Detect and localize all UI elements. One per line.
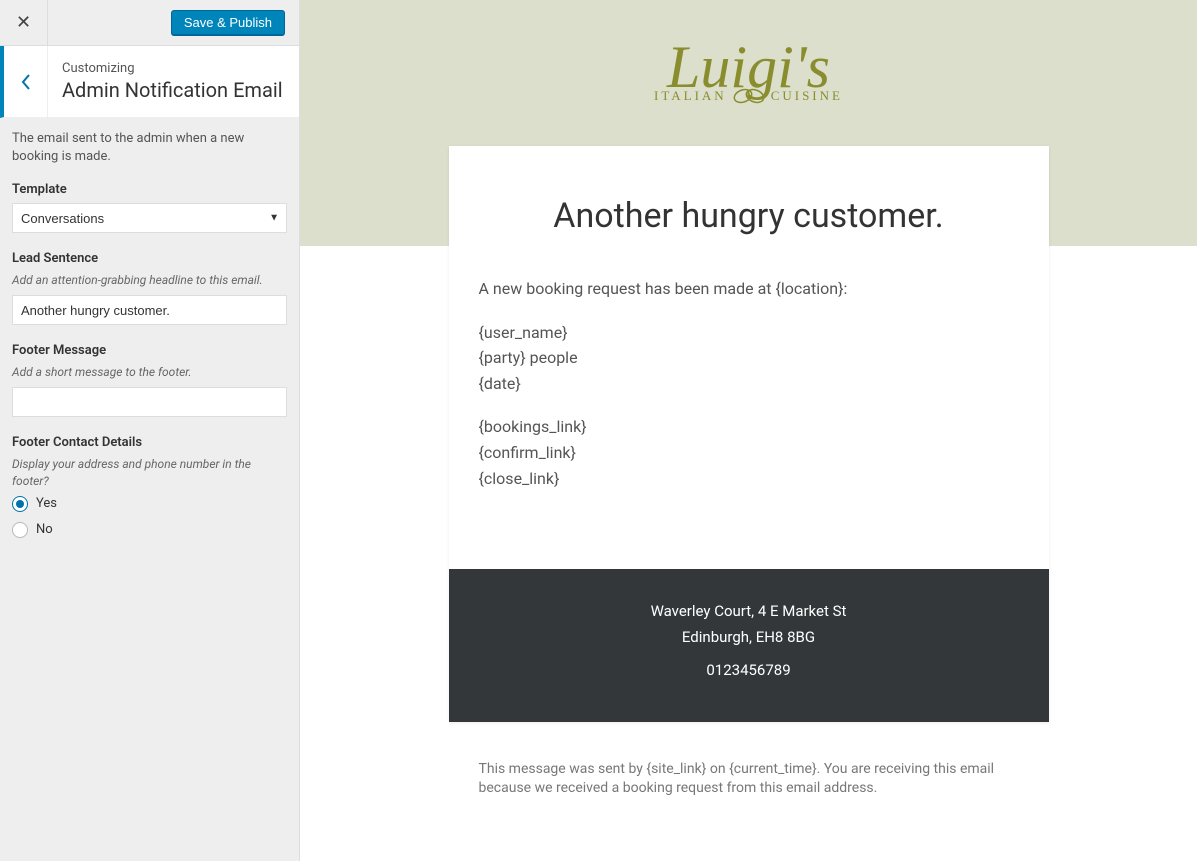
email-user-line: {user_name} (479, 323, 568, 342)
email-links: {bookings_link} {confirm_link} {close_li… (479, 414, 1019, 491)
email-body: A new booking request has been made at {… (449, 276, 1049, 569)
radio-yes-circle[interactable] (12, 496, 28, 512)
section-header: Customizing Admin Notification Email (0, 46, 299, 118)
header-text: Customizing Admin Notification Email (48, 61, 297, 102)
sidebar-top-bar: ✕ Save & Publish (0, 0, 299, 46)
footer-address-line1: Waverley Court, 4 E Market St (651, 602, 847, 620)
logo-name: Luigi's (667, 40, 830, 94)
lead-sentence-label: Lead Sentence (12, 251, 287, 266)
template-label: Template (12, 182, 287, 197)
template-field: Template Conversations ▼ (12, 182, 287, 233)
logo: Luigi's ITALIAN CUISINE (300, 40, 1197, 106)
email-details: {user_name} {party} people {date} (479, 320, 1019, 397)
sidebar-body: The email sent to the admin when a new b… (0, 118, 299, 568)
radio-no-circle[interactable] (12, 522, 28, 538)
footer-phone: 0123456789 (479, 658, 1019, 684)
radio-no[interactable]: No (12, 522, 287, 538)
footer-contact-hint: Display your address and phone number in… (12, 456, 287, 490)
email-heading: Another hungry customer. (449, 146, 1049, 276)
email-bookings-link: {bookings_link} (479, 417, 587, 436)
footer-contact-field: Footer Contact Details Display your addr… (12, 435, 287, 538)
footer-message-hint: Add a short message to the footer. (12, 364, 287, 381)
email-date-line: {date} (479, 374, 521, 393)
footer-contact-label: Footer Contact Details (12, 435, 287, 450)
radio-yes[interactable]: Yes (12, 496, 287, 512)
customizer-sidebar: ✕ Save & Publish Customizing Admin Notif… (0, 0, 300, 861)
section-description: The email sent to the admin when a new b… (12, 130, 287, 166)
save-publish-button[interactable]: Save & Publish (171, 10, 285, 35)
close-icon: ✕ (16, 12, 31, 33)
email-confirm-link: {confirm_link} (479, 443, 576, 462)
footer-address-line2: Edinburgh, EH8 8BG (682, 628, 815, 646)
chevron-left-icon (21, 74, 31, 90)
radio-no-label: No (36, 522, 53, 537)
email-footer: Waverley Court, 4 E Market St Edinburgh,… (449, 569, 1049, 722)
email-card: Another hungry customer. A new booking r… (449, 146, 1049, 722)
footer-address: Waverley Court, 4 E Market St Edinburgh,… (479, 599, 1019, 650)
footer-message-field: Footer Message Add a short message to th… (12, 343, 287, 417)
section-title: Admin Notification Email (62, 78, 283, 102)
lead-sentence-input[interactable] (12, 295, 287, 325)
radio-yes-label: Yes (36, 496, 57, 511)
email-close-link: {close_link} (479, 469, 560, 488)
email-preview: Luigi's ITALIAN CUISINE Another hungry c… (300, 0, 1197, 861)
email-title: Another hungry customer. (479, 196, 1019, 236)
email-disclaimer: This message was sent by {site_link} on … (449, 742, 1049, 817)
template-select[interactable]: Conversations (12, 203, 287, 233)
back-button[interactable] (4, 46, 48, 118)
footer-message-input[interactable] (12, 387, 287, 417)
email-party-line: {party} people (479, 348, 578, 367)
footer-message-label: Footer Message (12, 343, 287, 358)
email-intro: A new booking request has been made at {… (479, 276, 1019, 302)
lead-sentence-hint: Add an attention-grabbing headline to th… (12, 272, 287, 289)
lead-sentence-field: Lead Sentence Add an attention-grabbing … (12, 251, 287, 325)
close-button[interactable]: ✕ (0, 0, 48, 46)
customizing-label: Customizing (62, 61, 283, 76)
